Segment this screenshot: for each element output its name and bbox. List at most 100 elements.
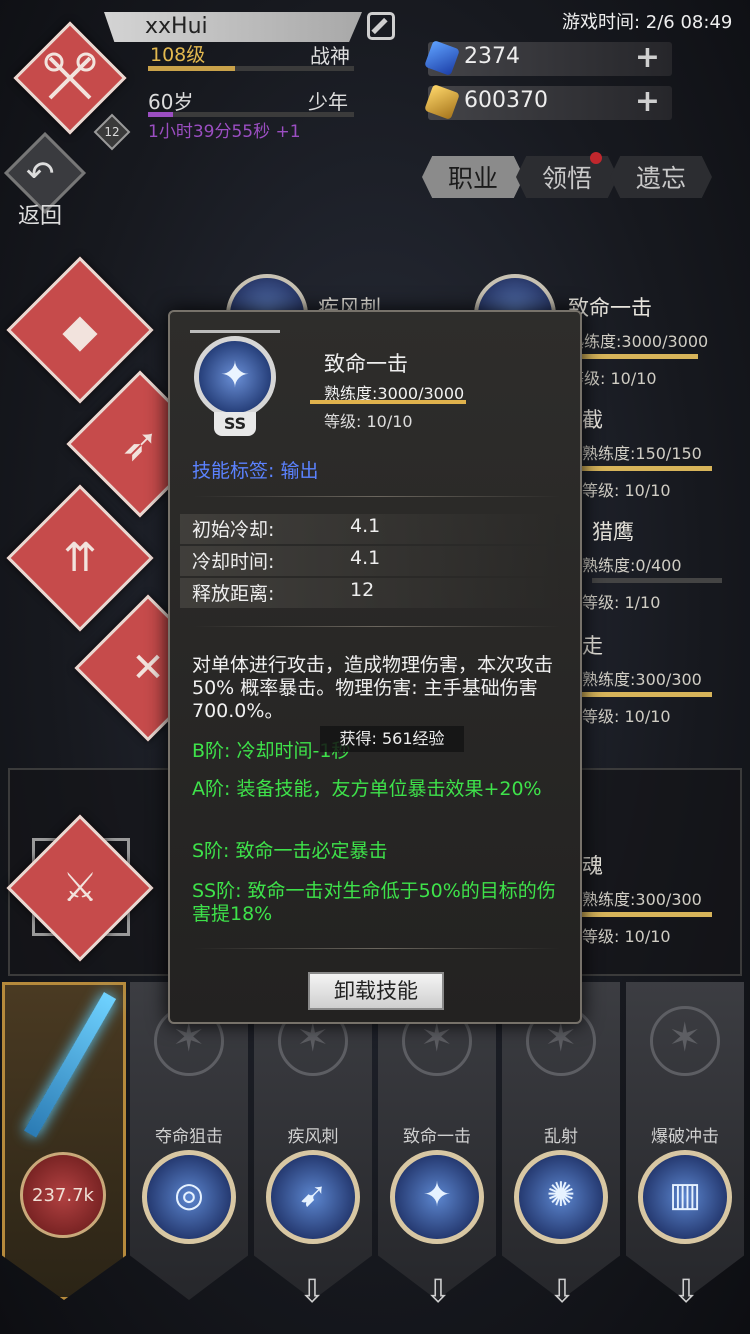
skill-slot-2[interactable]: 疾风刺 ➹: [254, 982, 372, 1300]
tree-skill-level: 等级: 10/10: [568, 369, 657, 388]
popup-proficiency-bar: [310, 400, 466, 404]
avatar-badge: 12: [93, 113, 131, 151]
skill-slot-5[interactable]: 爆破冲击 ▥: [626, 982, 744, 1300]
tab-forget[interactable]: 遗忘: [610, 156, 712, 198]
player-avatar[interactable]: 12: [13, 21, 131, 151]
gold-gem-icon: [424, 84, 460, 120]
blue-gem-icon: [424, 40, 460, 76]
divider: [194, 948, 560, 949]
tab-bar: 职业 领悟 遗忘: [422, 156, 712, 198]
slot-label: 乱射: [544, 1127, 578, 1147]
player-title: 战神: [310, 44, 350, 68]
slot-label: 疾风刺: [287, 1127, 339, 1147]
tree-node-spear[interactable]: ◆: [6, 256, 154, 404]
tree-skill-critical: 致命一击 熟练度:3000/3000 等级: 10/10: [568, 292, 708, 389]
stat-key: 初始冷却:: [192, 519, 275, 541]
edit-icon[interactable]: [367, 12, 395, 40]
gold-currency: 600370 +: [424, 84, 672, 120]
player-age: 60岁: [148, 90, 194, 114]
tree-skill-prof: 熟练度:3000/3000: [568, 332, 709, 351]
tier-s: S阶: 致命一击必定暴击: [192, 840, 388, 862]
tab-comprehend[interactable]: 领悟: [516, 156, 618, 198]
unequip-arrow-icon[interactable]: ⇩: [294, 1272, 330, 1312]
player-stage: 少年: [308, 90, 348, 114]
blast-icon: ▥: [638, 1150, 732, 1244]
tree-skill-bar: [582, 692, 712, 697]
tab-profession[interactable]: 职业: [422, 156, 524, 198]
slot-label: 夺命狙击: [155, 1127, 223, 1147]
blade-icon: ◆: [62, 303, 98, 357]
popup-skill-tag: 技能标签: 输出: [192, 460, 319, 482]
tree-skill-level: 等级: 10/10: [582, 707, 671, 726]
stat-value: 4.1: [350, 547, 381, 569]
snipe-icon: ◎: [142, 1150, 236, 1244]
exp-gain-toast: 获得: 561经验: [320, 726, 464, 752]
tree-skill-run: 走 熟练度:300/300 等级: 10/10: [582, 630, 712, 727]
tree-node-weapons[interactable]: ⚔: [6, 814, 154, 962]
player-level: 108级: [150, 44, 206, 66]
critical-strike-icon: ✦: [390, 1150, 484, 1244]
critical-strike-icon: ✦: [194, 336, 276, 418]
weapon-card[interactable]: [2, 982, 126, 1300]
gem-amount: 2374: [464, 44, 520, 69]
tree-skill-bar: [592, 578, 722, 583]
barrage-icon: ✺: [514, 1150, 608, 1244]
popup-skill-name: 致命一击: [324, 352, 408, 376]
tree-skill-prof: 熟练度:300/300: [582, 670, 702, 689]
weapons-icon: ⚔: [62, 865, 98, 911]
unequip-arrow-icon[interactable]: ⇩: [668, 1272, 704, 1312]
unload-skill-button[interactable]: 卸载技能: [308, 972, 444, 1010]
divider: [194, 496, 560, 497]
unequip-arrow-icon[interactable]: ⇩: [420, 1272, 456, 1312]
add-gems-icon[interactable]: +: [635, 43, 660, 73]
add-gold-icon[interactable]: +: [635, 87, 660, 117]
gem-currency: 2374 +: [424, 40, 672, 76]
tree-node-multishot[interactable]: ⇈: [6, 484, 154, 632]
back-button[interactable]: ↶ 返回: [3, 131, 87, 230]
stat-key: 冷却时间:: [192, 551, 275, 573]
stat-initial-cooldown: 初始冷却: 4.1: [180, 514, 560, 544]
tree-skill-intercept: 截 熟练度:150/150 等级: 10/10: [582, 404, 712, 501]
crossed-axes-icon: [40, 48, 100, 108]
back-label: 返回: [18, 204, 63, 229]
level-progress-bar: [148, 66, 354, 71]
bow-icon: ➶: [120, 417, 160, 471]
gale-thrust-icon: ➹: [266, 1150, 360, 1244]
player-name: xxHui: [145, 14, 208, 39]
tree-skill-name: 截: [582, 408, 603, 432]
tree-skill-prof: 熟练度:300/300: [582, 890, 702, 909]
tier-a: A阶: 装备技能，友方单位暴击效果+20%: [192, 778, 542, 800]
grade-badge: SS: [214, 412, 256, 436]
tree-skill-level: 等级: 10/10: [582, 481, 671, 500]
arrows-icon: ⇈: [63, 535, 97, 581]
stat-range: 释放距离: 12: [180, 578, 560, 608]
stat-value: 12: [350, 579, 375, 601]
slot-emblem-icon: [650, 1006, 720, 1076]
skill-slot-4[interactable]: 乱射 ✺: [502, 982, 620, 1300]
game-time: 游戏时间: 2/6 08:49: [562, 12, 733, 33]
tree-skill-bar: [568, 354, 698, 359]
stat-key: 释放距离:: [192, 583, 275, 605]
tree-skill-soul: 魂 熟练度:300/300 等级: 10/10: [582, 850, 712, 947]
tree-skill-level: 等级: 1/10: [582, 593, 661, 612]
divider: [194, 626, 560, 627]
slot-label: 爆破冲击: [651, 1127, 719, 1147]
tree-skill-name: 魂: [582, 854, 603, 878]
tree-skill-level: 等级: 10/10: [582, 927, 671, 946]
tree-skill-name: 走: [582, 634, 603, 658]
stat-cooldown: 冷却时间: 4.1: [180, 546, 560, 576]
stat-value: 4.1: [350, 515, 381, 537]
tree-skill-bar: [582, 912, 712, 917]
unequip-arrow-icon[interactable]: ⇩: [544, 1272, 580, 1312]
skill-detail-popup: ✦ SS 致命一击 熟练度:3000/3000 等级: 10/10 技能标签: …: [168, 310, 582, 1024]
tree-skill-bar: [582, 466, 712, 471]
tree-skill-falcon: 猎鹰 熟练度:0/400 等级: 1/10: [582, 516, 722, 613]
skill-slot-1[interactable]: 夺命狙击 ◎: [130, 982, 248, 1300]
tree-skill-name: 猎鹰: [592, 520, 634, 544]
skill-slot-3[interactable]: 致命一击 ✦: [378, 982, 496, 1300]
tree-skill-name: 致命一击: [568, 296, 652, 320]
tier-ss: SS阶: 致命一击对生命低于50%的目标的伤害提18%: [192, 880, 556, 925]
return-arrow-icon: ↶: [26, 154, 55, 194]
age-timer: 1小时39分55秒 +1: [148, 122, 301, 142]
tree-skill-prof: 熟练度:0/400: [582, 556, 682, 575]
